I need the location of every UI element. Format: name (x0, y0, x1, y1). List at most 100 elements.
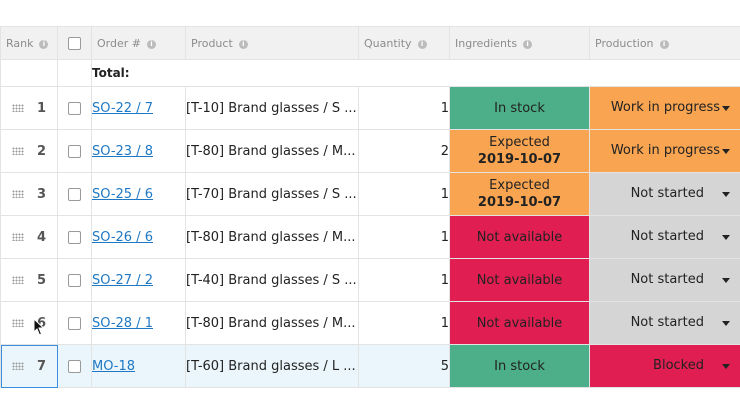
ingredients-status-text: Not available (476, 229, 563, 245)
table-row[interactable]: 7 MO-18 [T-60] Brand glasses / L ... 5 In st… (0, 344, 740, 388)
order-cell: SO-25 / 6 (91, 172, 186, 216)
table-row[interactable]: 3 SO-25 / 6 [T-70] Brand glasses / S ... 1 E… (0, 172, 740, 216)
rank-cell[interactable]: 7 (0, 344, 58, 388)
ingredients-status-text: In stock (494, 100, 545, 116)
drag-handle-icon[interactable] (12, 362, 24, 370)
order-link[interactable]: SO-23 / 8 (93, 144, 154, 159)
rank-cell[interactable]: 4 (0, 215, 58, 259)
order-cell: SO-27 / 2 (91, 258, 186, 302)
row-checkbox[interactable] (68, 316, 81, 330)
info-icon[interactable]: i (238, 39, 248, 49)
quantity-cell: 1 (358, 301, 450, 345)
production-status-text: Not started (630, 315, 704, 330)
dropdown-caret-icon[interactable] (722, 364, 730, 369)
production-status-dropdown[interactable]: Work in progress (589, 86, 740, 130)
rank-cell[interactable]: 6 (0, 301, 58, 345)
dropdown-caret-icon[interactable] (722, 235, 730, 240)
select-all-checkbox[interactable] (68, 36, 81, 50)
production-status-dropdown[interactable]: Work in progress (589, 129, 740, 173)
header-production[interactable]: Production i (589, 26, 740, 60)
rank-cell[interactable]: 1 (0, 86, 58, 130)
header-select-all (57, 26, 92, 60)
rank-number: 4 (37, 230, 47, 245)
info-icon[interactable]: i (146, 39, 156, 49)
rank-cell[interactable]: 5 (0, 258, 58, 302)
table-row[interactable]: 4 SO-26 / 6 [T-80] Brand glasses / M... 1 No… (0, 215, 740, 259)
production-status-text: Not started (630, 186, 704, 201)
quantity-cell: 1 (358, 86, 450, 130)
header-quantity-label: Quantity (364, 36, 412, 50)
ingredients-status-cell: Not available (449, 215, 590, 259)
row-checkbox[interactable] (68, 359, 81, 373)
select-cell (57, 301, 92, 345)
row-checkbox[interactable] (68, 187, 81, 201)
select-cell (57, 258, 92, 302)
order-link[interactable]: SO-25 / 6 (93, 187, 154, 202)
production-status-dropdown[interactable]: Not started (589, 215, 740, 259)
header-product[interactable]: Product i (185, 26, 359, 60)
header-product-label: Product (191, 36, 233, 50)
ingredients-status-cell: In stock (449, 86, 590, 130)
drag-handle-icon[interactable] (12, 190, 24, 198)
header-order[interactable]: Order # i (91, 26, 186, 60)
info-icon[interactable]: i (659, 39, 669, 49)
rank-number: 7 (37, 359, 47, 374)
dropdown-caret-icon[interactable] (722, 106, 730, 111)
header-production-label: Production (595, 36, 654, 50)
ingredients-status-text: Expected (489, 135, 550, 150)
production-status-text: Not started (630, 272, 704, 287)
drag-handle-icon[interactable] (12, 276, 24, 284)
table-row[interactable]: 2 SO-23 / 8 [T-80] Brand glasses / M... 2 Ex… (0, 129, 740, 173)
row-checkbox[interactable] (68, 230, 81, 244)
ingredients-status-text: Not available (476, 272, 563, 288)
product-cell: [T-80] Brand glasses / M... (185, 215, 359, 259)
production-status-text: Blocked (653, 358, 704, 373)
drag-handle-icon[interactable] (12, 233, 24, 241)
rank-number: 5 (37, 273, 47, 288)
production-status-dropdown[interactable]: Not started (589, 258, 740, 302)
table-row[interactable]: 5 SO-27 / 2 [T-40] Brand glasses / S ... 1 N… (0, 258, 740, 302)
rank-cell[interactable]: 3 (0, 172, 58, 216)
production-status-dropdown[interactable]: Blocked (589, 344, 740, 388)
select-cell (57, 172, 92, 216)
drag-handle-icon[interactable] (12, 147, 24, 155)
row-checkbox[interactable] (68, 273, 81, 287)
order-link[interactable]: SO-27 / 2 (93, 273, 154, 288)
table-row[interactable]: 6 SO-28 / 1 [T-80] Brand glasses / M... 1 No… (0, 301, 740, 345)
dropdown-caret-icon[interactable] (722, 192, 730, 197)
select-cell (57, 215, 92, 259)
product-cell: [T-40] Brand glasses / S ... (185, 258, 359, 302)
rank-cell[interactable]: 2 (0, 129, 58, 173)
dropdown-caret-icon[interactable] (722, 149, 730, 154)
order-cell: SO-26 / 6 (91, 215, 186, 259)
order-link[interactable]: SO-28 / 1 (93, 316, 154, 331)
quantity-cell: 1 (358, 215, 450, 259)
header-rank-label: Rank (6, 36, 34, 50)
info-icon[interactable]: i (39, 39, 49, 49)
info-icon[interactable]: i (523, 39, 533, 49)
order-cell: SO-23 / 8 (91, 129, 186, 173)
header-rank[interactable]: Rank i (0, 26, 58, 60)
dropdown-caret-icon[interactable] (722, 278, 730, 283)
quantity-cell: 1 (358, 258, 450, 302)
header-ingredients[interactable]: Ingredients i (449, 26, 590, 60)
header-quantity[interactable]: Quantity i (358, 26, 450, 60)
production-status-text: Work in progress (610, 100, 720, 115)
drag-handle-icon[interactable] (12, 319, 24, 327)
dropdown-caret-icon[interactable] (722, 321, 730, 326)
order-link[interactable]: SO-26 / 6 (93, 230, 154, 245)
info-icon[interactable]: i (417, 39, 427, 49)
order-link[interactable]: MO-18 (93, 359, 136, 374)
orders-table: Rank i Order # i Product i Quantity i Ingred… (0, 26, 740, 388)
production-status-dropdown[interactable]: Not started (589, 301, 740, 345)
ingredients-expected-date: 2019-10-07 (477, 195, 562, 210)
row-checkbox[interactable] (68, 101, 81, 115)
rank-number: 1 (37, 101, 47, 116)
select-cell (57, 86, 92, 130)
order-link[interactable]: SO-22 / 7 (93, 101, 154, 116)
rank-number: 2 (37, 144, 47, 159)
production-status-dropdown[interactable]: Not started (589, 172, 740, 216)
row-checkbox[interactable] (68, 144, 81, 158)
table-row[interactable]: 1 SO-22 / 7 [T-10] Brand glasses / S ... 1 I… (0, 86, 740, 130)
drag-handle-icon[interactable] (12, 104, 24, 112)
